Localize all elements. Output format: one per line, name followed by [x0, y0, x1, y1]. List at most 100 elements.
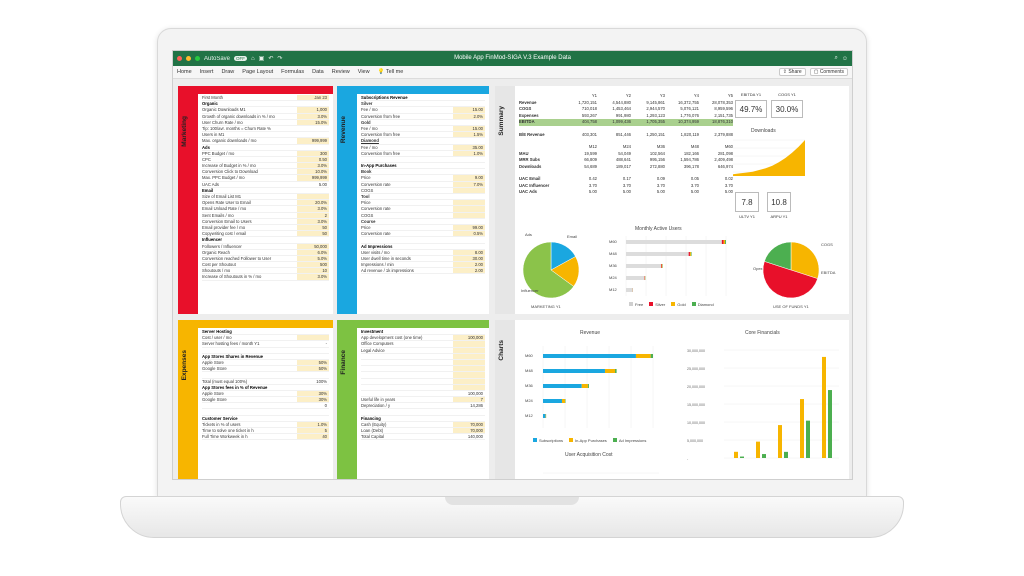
legend-item: Gold [671, 302, 686, 307]
finance-row-value[interactable] [453, 384, 485, 390]
tab-insert[interactable]: Insert [200, 69, 214, 75]
summary-title: Summary [498, 106, 505, 136]
revenue-row-value[interactable]: 15.00 [453, 125, 485, 132]
finance-row-value[interactable] [453, 372, 485, 378]
marketing-row-label: Conversion reached Follower to User [202, 255, 272, 261]
marketing-row-value[interactable]: 50 [297, 231, 329, 237]
marketing-row-value[interactable]: 3.0% [297, 206, 329, 212]
marketing-row-value[interactable]: 3.0% [297, 218, 329, 224]
revenue-row-value[interactable] [453, 200, 485, 206]
summary-cell: 5.00 [588, 189, 597, 194]
revenue-row-value[interactable] [453, 212, 485, 218]
core-revenue-bar [756, 441, 760, 458]
finance-row-value[interactable]: 100,000 [453, 335, 485, 341]
finance-row-value[interactable] [453, 353, 485, 359]
finance-row-value[interactable] [453, 366, 485, 372]
revenue-row-value[interactable]: 2.00 [453, 262, 485, 268]
expenses-row-value[interactable]: 50% [297, 366, 329, 372]
core-ebitda-bar [828, 390, 832, 458]
marketing-row-value[interactable]: Jan 23 [297, 95, 329, 101]
marketing-row-value[interactable]: 0.50 [297, 156, 329, 163]
finance-row-label [361, 379, 453, 384]
revenue-row-value[interactable] [453, 206, 485, 212]
finance-row-value[interactable]: 7 [453, 397, 485, 403]
pie-label: Ads [525, 232, 532, 237]
expenses-row-value[interactable]: 50% [297, 359, 329, 366]
charts-panel: Charts Revenue Core Financials User Acqu… [495, 320, 849, 479]
marketing-row-value[interactable]: 5.0% [297, 255, 329, 262]
revenue-row-value[interactable]: 7.0% [453, 181, 485, 187]
revenue-row-value[interactable]: 30.00 [453, 255, 485, 262]
finance-row-value[interactable]: 70,000 [453, 421, 485, 427]
excel-window: AutoSave OFF ⌂ ▣ ↶ ↷ Mobile App FinMod-S… [172, 50, 853, 480]
expenses-row-value[interactable]: 5 [297, 428, 329, 434]
marketing-row-label: Max. PPC Budget / mo [202, 175, 245, 181]
revenue-row-value[interactable] [453, 187, 485, 193]
revenue-bar [615, 369, 617, 373]
share-button[interactable]: ⇪ Share [778, 68, 806, 76]
revenue-row-value[interactable]: 99.00 [453, 224, 485, 231]
revenue-row-value[interactable]: 35.00 [453, 144, 485, 150]
expenses-row-value[interactable]: 1.0% [297, 421, 329, 427]
mau-bar [626, 264, 662, 268]
revenue-row-value[interactable]: 2.0% [453, 113, 485, 119]
tell-me-search[interactable]: 💡 Tell me [378, 69, 404, 75]
tab-data[interactable]: Data [312, 69, 324, 75]
expenses-row-value[interactable] [297, 335, 329, 341]
marketing-row-value[interactable]: 3.0% [297, 163, 329, 169]
expenses-row-label: App Stores fees in % of Revenue [202, 384, 268, 390]
finance-row-value[interactable] [453, 347, 485, 353]
comments-button[interactable]: ▢ Comments [809, 68, 848, 76]
marketing-row-value[interactable]: 10.0% [297, 169, 329, 175]
revenue-row-value[interactable]: 0.5% [453, 231, 485, 237]
marketing-row-value[interactable]: 2 [297, 212, 329, 218]
search-icon[interactable]: ⌕ [834, 55, 837, 62]
tab-view[interactable]: View [358, 69, 370, 75]
marketing-row-value[interactable]: 999,999 [297, 175, 329, 181]
finance-row-label: Cash (Equity) [361, 421, 387, 427]
tab-home[interactable]: Home [177, 69, 192, 75]
finance-row-value[interactable] [453, 359, 485, 366]
marketing-row-label: UAC Ads [202, 181, 219, 187]
tab-page-layout[interactable]: Page Layout [242, 69, 273, 75]
marketing-row-value[interactable]: 15.0% [297, 119, 329, 125]
marketing-row-value[interactable]: 50 [297, 224, 329, 231]
marketing-row-value[interactable]: 3.0% [297, 113, 329, 119]
tab-formulas[interactable]: Formulas [281, 69, 304, 75]
revenue-row-value[interactable]: 15.00 [453, 107, 485, 113]
tab-draw[interactable]: Draw [221, 69, 234, 75]
revenue-row-value[interactable]: 8.00 [453, 249, 485, 255]
expenses-row-label [202, 403, 297, 408]
expenses-row-value[interactable]: 30% [297, 397, 329, 403]
expenses-row-label: Total (must equal 100%) [202, 378, 248, 384]
finance-row-value[interactable] [453, 341, 485, 347]
marketing-row-value[interactable] [297, 194, 329, 200]
revenue-row-value[interactable]: 9.00 [453, 175, 485, 181]
summary-cell: 10,374,959 [678, 119, 699, 124]
expenses-row-value[interactable]: 30% [297, 390, 329, 397]
marketing-row-value[interactable]: 500 [297, 262, 329, 268]
expenses-row-value[interactable]: 40 [297, 434, 329, 440]
marketing-row-label: Shoutouts / mo [202, 268, 231, 274]
marketing-row-value[interactable]: 1,000 [297, 107, 329, 113]
finance-row-value[interactable]: 70,000 [453, 428, 485, 434]
tab-review[interactable]: Review [332, 69, 350, 75]
mau-bar [626, 288, 633, 292]
marketing-row-label: Email [202, 187, 214, 193]
marketing-row-value[interactable]: 50,000 [297, 243, 329, 249]
account-icon[interactable]: ☺ [842, 56, 848, 62]
revenue-row-label: COGS [361, 212, 374, 218]
revenue-row-value[interactable]: 2.00 [453, 268, 485, 274]
marketing-row-value[interactable]: 300 [297, 150, 329, 156]
finance-row-value[interactable] [453, 378, 485, 384]
finance-row-value: 100,000 [467, 390, 483, 396]
marketing-row-value[interactable]: 20.0% [297, 200, 329, 206]
revenue-row-value[interactable]: 1.5% [453, 132, 485, 138]
marketing-row-value[interactable]: 3.0% [297, 274, 329, 280]
marketing-row-value[interactable]: 10 [297, 268, 329, 274]
revenue-row-value[interactable]: 1.0% [453, 150, 485, 156]
marketing-row-value[interactable]: 999,999 [297, 138, 329, 144]
worksheet[interactable]: Marketing First Month Jan 23 Organic Organi… [173, 79, 852, 479]
revenue-row-label: Ad revenue / 1k impressions [361, 268, 414, 274]
marketing-row-value[interactable]: 6.0% [297, 249, 329, 255]
